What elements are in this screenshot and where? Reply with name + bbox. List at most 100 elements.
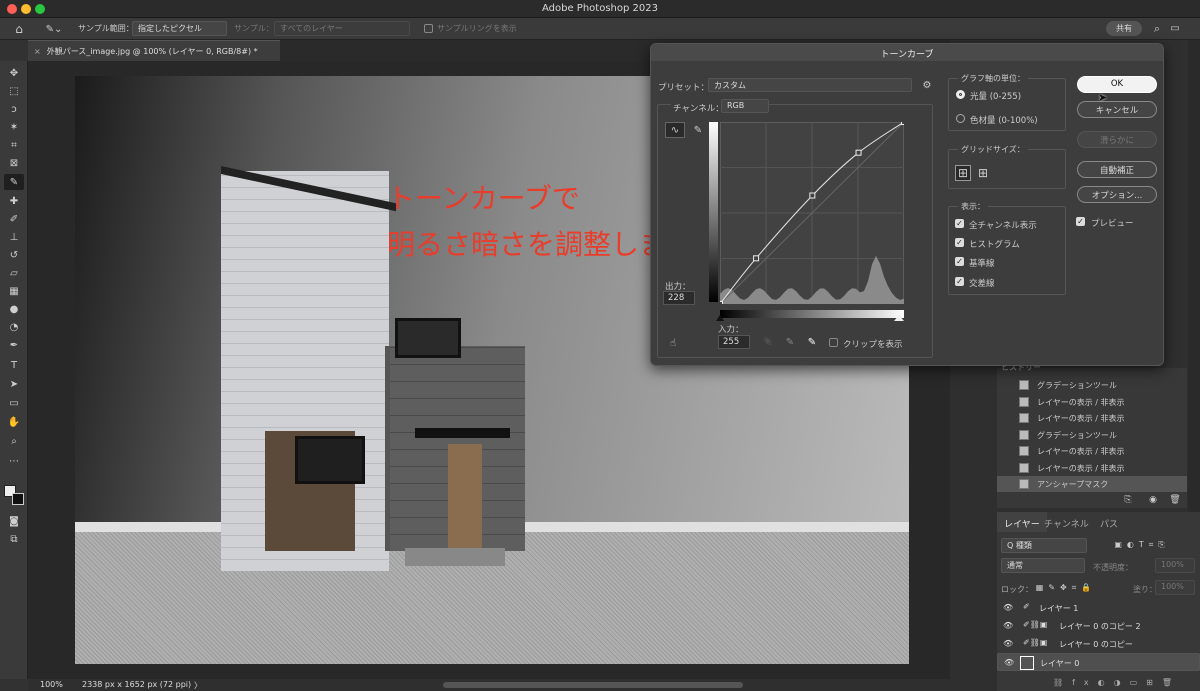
history-item[interactable]: レイヤーの表示 / 非表示 [997,460,1187,477]
sampling-ring-checkbox[interactable] [424,24,433,33]
tab-channels[interactable]: チャンネル [1037,512,1096,532]
curve-control-point[interactable] [901,122,905,125]
curve-graph[interactable] [720,122,904,304]
cancel-button[interactable]: キャンセル [1077,101,1157,118]
lasso-tool-icon[interactable]: ↄ [4,101,24,117]
sample-size-select[interactable]: 指定したピクセル [132,21,227,36]
preset-gear-icon[interactable]: ⚙ [919,78,935,92]
gray-eyedropper-icon[interactable]: ✎ [783,335,797,349]
camera-icon[interactable]: ◉ [1147,494,1159,506]
trash-icon[interactable]: 🗑 [1169,494,1181,506]
curve-control-point[interactable] [855,149,862,156]
type-tool-icon[interactable]: T [4,357,24,373]
search-icon[interactable]: ⌕ [1150,21,1164,36]
pigment-radio[interactable] [956,114,965,123]
healing-brush-tool-icon[interactable]: ✚ [4,193,24,209]
detailed-grid-icon[interactable]: ⊞ [975,165,991,181]
horizontal-scrollbar[interactable] [443,682,743,688]
simple-grid-icon[interactable]: ⊞ [955,165,971,181]
path-selection-tool-icon[interactable]: ➤ [4,376,24,392]
layer-row[interactable]: 👁 ✐⛓▣ レイヤー 0 のコピー [997,635,1200,653]
auto-button[interactable]: 自動補正 [1077,161,1157,178]
clip-checkbox[interactable] [829,338,838,347]
share-button[interactable]: 共有 [1106,21,1142,36]
lock-icons[interactable]: ▦✎✥⌗🔒 [1031,582,1101,594]
history-item[interactable]: グラデーションツール [997,377,1187,394]
curves-dialog: トーンカーブ プリセット： カスタム ⚙ チャンネル： RGB ∿ ✎ 出力： … [650,43,1164,366]
status-menu-arrow[interactable]: 〉 [194,680,202,691]
white-eyedropper-icon[interactable]: ✎ [805,335,819,349]
eraser-tool-icon[interactable]: ▱ [4,265,24,281]
opacity-field[interactable]: 100% [1155,558,1195,573]
layer-footer-icons[interactable]: ⛓fx◐◑▭⊞🗑 [1037,676,1197,688]
all-channels-checkbox[interactable]: ✓ [955,219,964,228]
crop-tool-icon[interactable]: ⌗ [4,137,24,153]
eye-icon[interactable]: 👁 [1003,621,1013,630]
dodge-tool-icon[interactable]: ◔ [4,319,24,335]
history-item[interactable]: レイヤーの表示 / 非表示 [997,443,1187,460]
black-point-slider[interactable] [716,315,724,321]
layer-filter-icons[interactable]: ▣◐T⌗⎘ [1097,539,1187,551]
curve-control-point[interactable] [753,255,760,262]
fill-field[interactable]: 100% [1155,580,1195,595]
background-color-swatch[interactable] [12,493,24,505]
eye-icon[interactable]: 👁 [1003,603,1013,612]
tab-close-icon[interactable]: × [34,47,41,56]
sample-select[interactable]: すべてのレイヤー [274,21,410,36]
channel-select[interactable]: RGB [721,99,769,113]
pen-tool-icon[interactable]: ✒ [4,337,24,353]
options-button[interactable]: オプション... [1077,186,1157,203]
curve-control-point[interactable] [809,192,816,199]
hand-tool-icon[interactable]: ✋ [4,414,24,430]
ok-button[interactable]: OK [1077,76,1157,93]
layer-filter-select[interactable]: Q 種類 [1001,538,1087,553]
layer-row[interactable]: 👁 ✐⛓▣ レイヤー 0 のコピー 2 [997,617,1200,635]
light-radio[interactable] [956,90,965,99]
histogram-checkbox[interactable]: ✓ [955,238,964,247]
move-tool-icon[interactable]: ✥ [4,65,24,81]
black-eyedropper-icon[interactable]: ✎ [761,335,775,349]
preset-select[interactable]: カスタム [708,78,912,92]
preview-checkbox[interactable]: ✓ [1076,217,1085,226]
blend-mode-select[interactable]: 通常 [1001,558,1085,573]
output-field[interactable]: 228 [663,291,695,305]
home-icon[interactable]: ⌂ [10,21,28,37]
quick-mask-icon[interactable]: ◙ [4,513,24,529]
eye-icon[interactable]: 👁 [1004,658,1014,667]
input-field[interactable]: 255 [718,335,750,349]
pencil-tool-icon[interactable]: ✎ [689,122,707,138]
white-point-slider[interactable] [894,315,904,321]
eyedropper-tool-preset-icon[interactable]: ✎⌄ [42,21,66,37]
curve-control-point[interactable] [720,301,723,305]
blur-tool-icon[interactable]: ● [4,301,24,317]
curve-point-tool-icon[interactable]: ∿ [665,122,685,138]
history-item[interactable]: レイヤーの表示 / 非表示 [997,410,1187,427]
history-item-current[interactable]: アンシャープマスク [997,476,1187,493]
layer-row-selected[interactable]: 👁 レイヤー 0 [997,653,1200,671]
intersection-checkbox[interactable]: ✓ [955,277,964,286]
gradient-tool-icon[interactable]: ▦ [4,283,24,299]
eyedropper-tool-icon[interactable]: ✎ [4,174,24,190]
more-tools-icon[interactable]: ⋯ [4,453,24,469]
new-document-from-state-icon[interactable]: ⎘ [1122,494,1134,506]
eye-icon[interactable]: 👁 [1003,639,1013,648]
frame-tool-icon[interactable]: ⊠ [4,155,24,171]
tab-paths[interactable]: パス [1093,512,1125,532]
baseline-checkbox[interactable]: ✓ [955,257,964,266]
brush-tool-icon[interactable]: ✐ [4,211,24,227]
smooth-button[interactable]: 滑らかに [1077,131,1157,148]
layer-row[interactable]: 👁 ✐ レイヤー 1 [997,599,1200,617]
history-item[interactable]: レイヤーの表示 / 非表示 [997,394,1187,411]
document-tab[interactable]: × 外観パース_image.jpg @ 100% (レイヤー 0, RGB/8#)… [28,40,280,61]
targeted-adjustment-icon[interactable]: ☝ [665,336,681,350]
history-brush-tool-icon[interactable]: ↺ [4,247,24,263]
marquee-tool-icon[interactable]: ⬚ [4,83,24,99]
zoom-level[interactable]: 100% [40,680,63,689]
history-item[interactable]: グラデーションツール [997,427,1187,444]
rectangle-tool-icon[interactable]: ▭ [4,395,24,411]
zoom-tool-icon[interactable]: ⌕ [4,433,24,449]
stamp-tool-icon[interactable]: ⊥ [4,229,24,245]
workspace-icon[interactable]: ▭ [1168,21,1182,36]
screen-mode-icon[interactable]: ⧉ [4,531,24,547]
magic-wand-tool-icon[interactable]: ✶ [4,119,24,135]
